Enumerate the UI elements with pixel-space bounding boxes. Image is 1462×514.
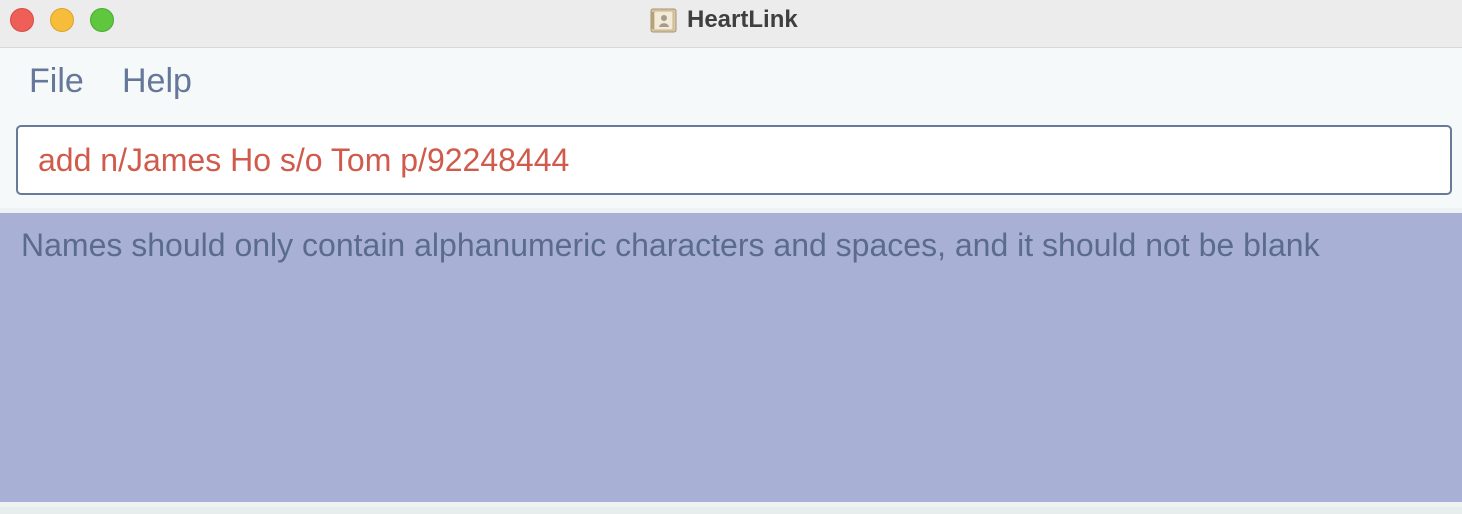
result-message: Names should only contain alphanumeric c… <box>21 227 1320 263</box>
menu-bar: File Help <box>0 48 1462 112</box>
command-area <box>0 112 1462 208</box>
minimize-window-button[interactable] <box>50 8 74 32</box>
menu-file[interactable]: File <box>29 61 84 101</box>
title-bar[interactable]: HeartLink <box>0 0 1462 48</box>
zoom-window-button[interactable] <box>90 8 114 32</box>
heartlink-window: HeartLink File Help Names should only co… <box>0 0 1462 514</box>
window-title-group: HeartLink <box>650 6 798 34</box>
close-window-button[interactable] <box>10 8 34 32</box>
contacts-app-icon <box>650 8 677 33</box>
result-display[interactable]: Names should only contain alphanumeric c… <box>0 213 1462 502</box>
window-title: HeartLink <box>687 6 798 33</box>
command-input[interactable] <box>16 125 1452 195</box>
bottom-panel-edge <box>0 507 1462 514</box>
menu-help[interactable]: Help <box>122 61 192 101</box>
